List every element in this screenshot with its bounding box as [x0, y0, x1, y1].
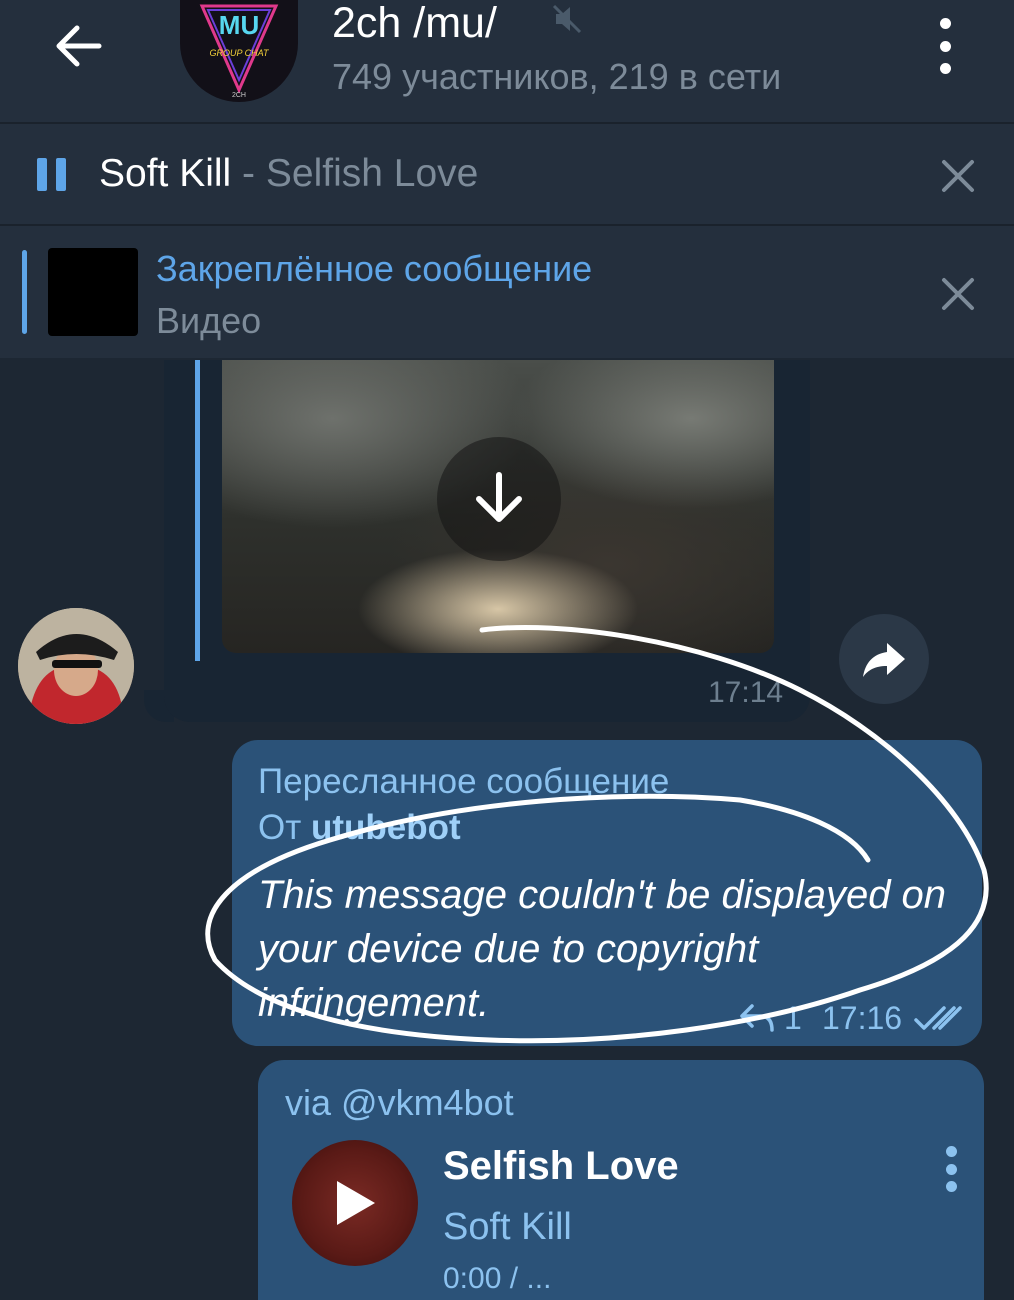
pinned-thumbnail [48, 248, 138, 336]
reply-indicator [195, 360, 200, 661]
audio-play-button[interactable] [292, 1140, 418, 1266]
double-check-icon [914, 1006, 962, 1030]
pause-icon [37, 158, 47, 191]
track-name: - Selfish Love [231, 152, 479, 195]
muted-speaker-icon [552, 4, 582, 34]
more-menu-button[interactable] [925, 18, 965, 74]
reply-count[interactable]: 1 [784, 1000, 802, 1037]
pause-icon [56, 158, 66, 191]
dot-icon [939, 18, 951, 29]
member-count: 749 участников, 219 в сети [332, 56, 782, 97]
close-pinned-icon[interactable] [938, 274, 978, 314]
avatar-logo-subtext: GROUP CHAT [209, 48, 270, 58]
audio-title: Selfish Love [443, 1144, 679, 1188]
dot-icon [939, 40, 951, 52]
avatar-logo-corner: 2CH [232, 92, 246, 99]
pause-button[interactable] [34, 158, 68, 192]
reply-icon [740, 1004, 774, 1032]
message-time: 17:16 [822, 1000, 903, 1036]
forwarded-from-prefix: От [258, 808, 311, 847]
user-avatar[interactable] [18, 608, 134, 724]
pinned-indicator [22, 250, 27, 334]
forwarded-from-name[interactable]: utubebot [311, 808, 461, 847]
audio-artist: Soft Kill [443, 1206, 572, 1248]
share-arrow-icon [863, 643, 905, 677]
pinned-title: Закреплённое сообщение [156, 248, 593, 289]
close-player-icon[interactable] [938, 156, 978, 196]
pinned-message-bar[interactable] [0, 226, 1014, 358]
now-playing-track[interactable]: Soft Kill - Selfish Love [99, 152, 478, 196]
chat-title[interactable]: 2ch /mu/ [332, 0, 497, 46]
via-bot-label[interactable]: via @vkm4bot [285, 1082, 514, 1124]
dot-icon [945, 1146, 957, 1157]
forwarded-label: Пересланное сообщение [258, 762, 670, 801]
pinned-subtitle: Видео [156, 300, 262, 341]
audio-progress: 0:00 / ... [443, 1262, 552, 1295]
dot-icon [945, 1163, 957, 1175]
play-icon [337, 1181, 375, 1225]
audio-menu-button[interactable] [944, 1146, 958, 1192]
dot-icon [939, 63, 951, 74]
track-artist: Soft Kill [99, 152, 232, 195]
share-button[interactable] [839, 614, 929, 704]
message-time: 17:14 [708, 676, 784, 709]
download-arrow-icon [476, 472, 522, 522]
avatar-logo-text: MU [219, 10, 259, 40]
forwarded-from[interactable]: От utubebot [258, 808, 461, 848]
download-button[interactable] [437, 437, 561, 561]
back-button[interactable] [40, 16, 116, 76]
arrow-left-icon [56, 25, 102, 67]
dot-icon [945, 1181, 957, 1192]
